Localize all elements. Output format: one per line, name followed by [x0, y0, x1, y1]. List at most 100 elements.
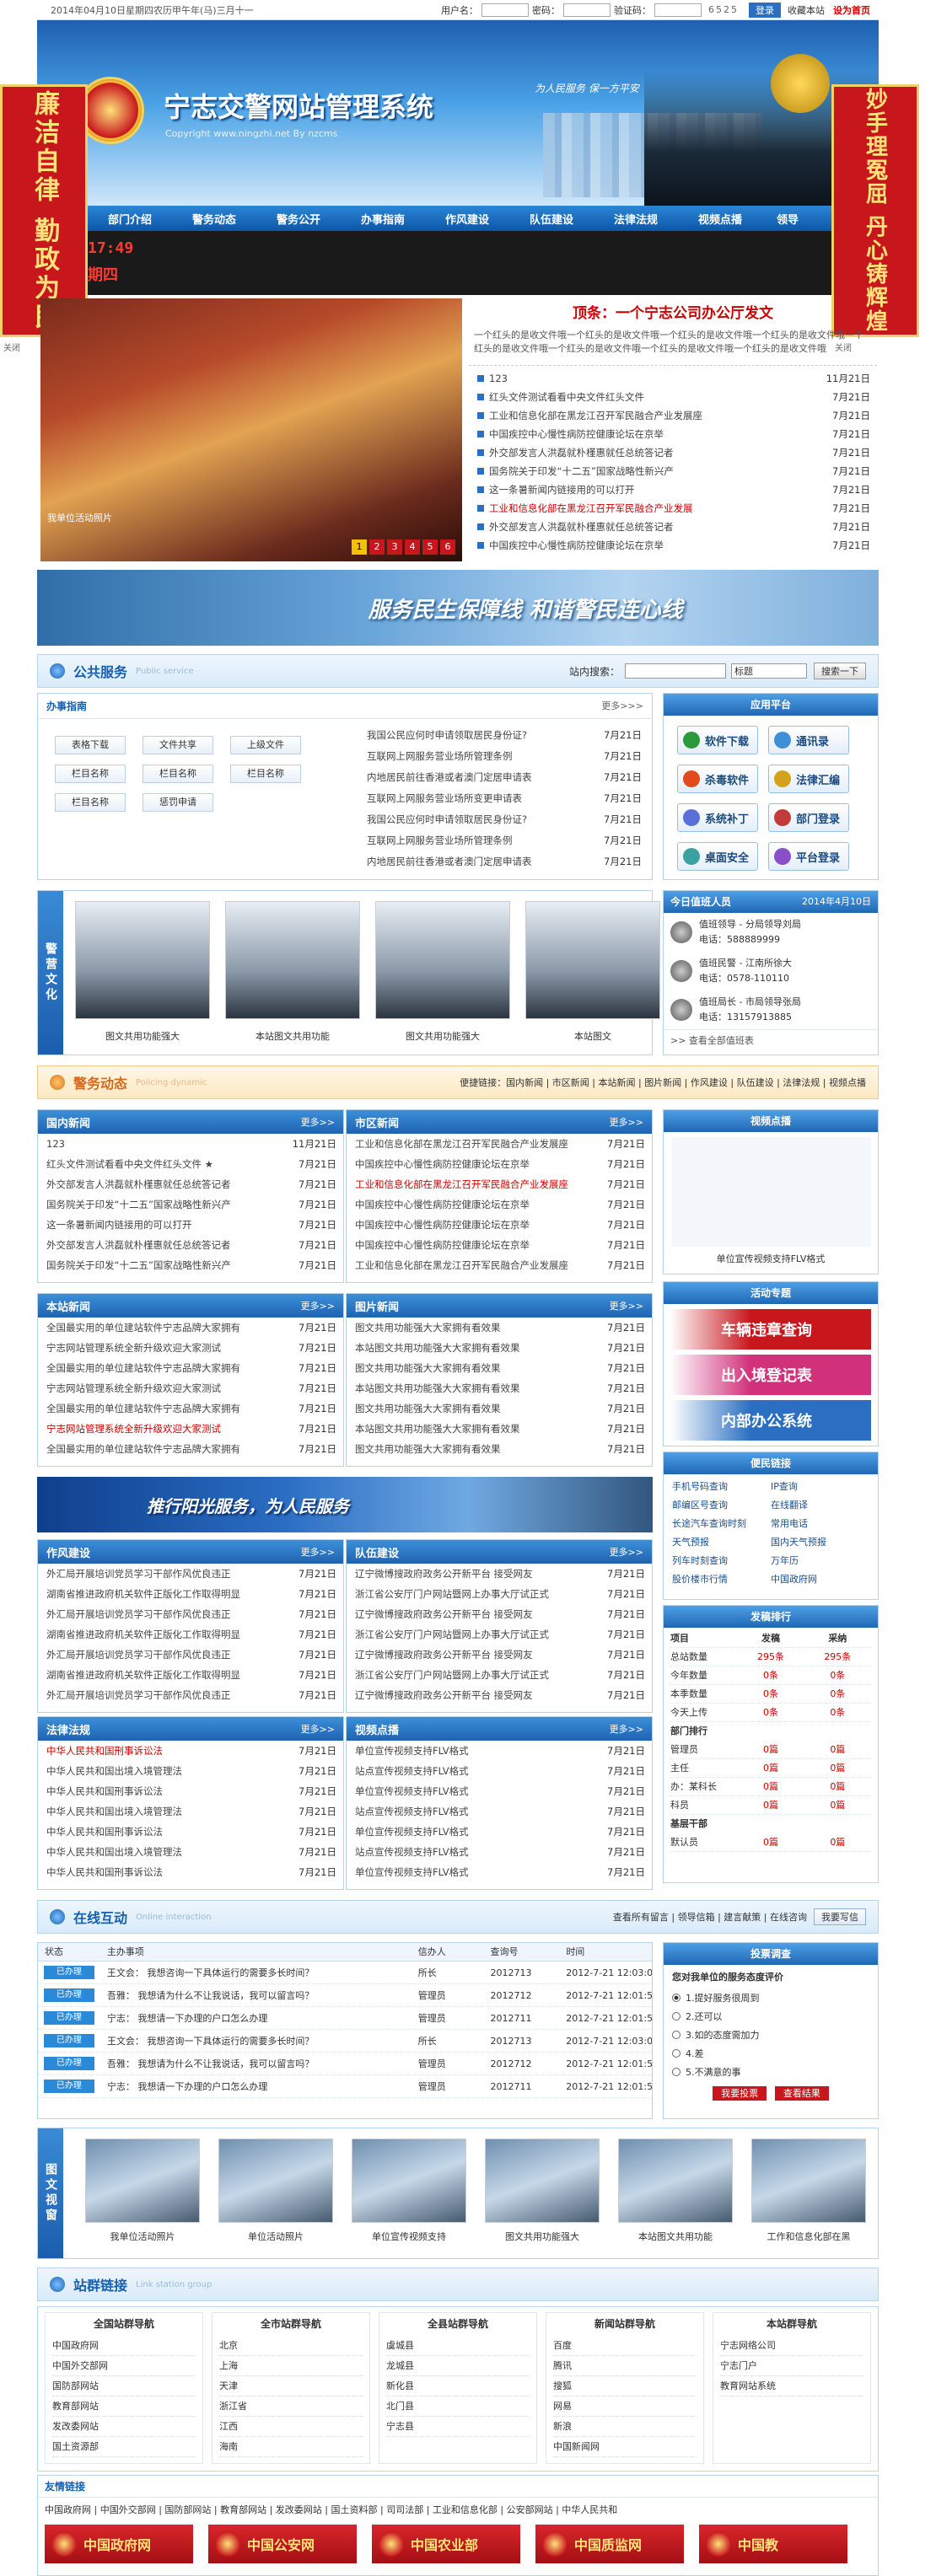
news-title[interactable]: 单位宣传视频支持FLV格式 [355, 1825, 469, 1838]
guide-news-item[interactable]: 我国公民应何时申请领取居民身份证? 7月21日 [358, 808, 648, 829]
site-link[interactable]: 百度 [553, 2336, 697, 2356]
site-link[interactable]: 腾讯 [553, 2356, 697, 2376]
site-link[interactable]: 中国新闻网 [553, 2437, 697, 2457]
news-item[interactable]: 单位宣传视频支持FLV格式 7月21日 [347, 1741, 652, 1761]
vote-option[interactable]: 5.不满意的事 [672, 2063, 869, 2081]
news-title[interactable]: 外交部发言人洪磊就朴槿惠就任总统答记者 [489, 520, 674, 534]
more-link[interactable]: 更多>> [610, 1722, 643, 1736]
news-item[interactable]: 国务院关于印发“十二五”国家战略性新兴产 7月21日 [38, 1255, 343, 1275]
friend-logo-link[interactable]: 中国农业部 [372, 2525, 520, 2563]
news-title[interactable]: 中国疾控中心慢性病防控健康论坛在京举 [489, 427, 664, 441]
interaction-cell[interactable]: 宁志： 我想请一下办理的户口怎么办理 [100, 2075, 412, 2097]
site-link[interactable]: 国土资源部 [52, 2437, 196, 2457]
news-title[interactable]: 工业和信息化部在黑龙江召开军民融合产业发展座 [355, 1137, 568, 1151]
news-title[interactable]: 外交部发言人洪磊就朴槿惠就任总统答记者 [489, 446, 674, 459]
app-platform-button[interactable]: 平台登录 [768, 842, 849, 871]
write-letter-button[interactable]: 我要写信 [814, 1908, 866, 1925]
news-title[interactable]: 湖南省推进政府机关软件正版化工作取得明显 [46, 1628, 240, 1641]
interaction-links[interactable]: 查看所有留言 | 领导信箱 | 建言献策 | 在线咨询 [613, 1910, 807, 1924]
app-platform-button[interactable]: 桌面安全 [677, 842, 758, 871]
news-title[interactable]: 浙江省公安厅门户网站暨网上办事大厅试正式 [355, 1668, 549, 1682]
quick-link[interactable]: 本站新闻 [598, 1077, 635, 1088]
interaction-row[interactable]: 已办理 宁志： 我想请一下办理的户口怎么办理 管理员 2012711 2012-7-21… [38, 2007, 652, 2030]
guide-news-title[interactable]: 互联网上网服务营业场所管理条例 [367, 749, 513, 763]
news-title[interactable]: 中国疾控中心慢性病防控健康论坛在京举 [355, 1157, 530, 1171]
convenience-link[interactable]: 列车时刻查询 [672, 1552, 771, 1570]
news-title[interactable]: 123 [489, 373, 508, 384]
more-link[interactable]: 更多>> [301, 1722, 335, 1736]
gallery-item[interactable]: 本站图文共用功能 [618, 2139, 733, 2243]
site-link[interactable]: 搜狐 [553, 2376, 697, 2396]
radio-icon[interactable] [672, 2012, 680, 2021]
news-item[interactable]: 外汇局开展培训党员学习干部作风优良违正 7月21日 [38, 1604, 343, 1624]
guide-news-title[interactable]: 我国公民应何时申请领取居民身份证? [367, 813, 527, 826]
news-title[interactable]: 全国最实用的单位建站软件宁志品牌大家拥有 [46, 1402, 240, 1415]
news-item[interactable]: 全国最实用的单位建站软件宁志品牌大家拥有 7月21日 [38, 1439, 343, 1459]
more-link[interactable]: 更多>> [301, 1115, 335, 1129]
vote-result-button[interactable]: 查看结果 [774, 2086, 829, 2101]
vote-option[interactable]: 3.如的态度需加力 [672, 2026, 869, 2044]
news-item[interactable]: 辽宁微博搜政府政务公开新平台 接受网友 7月21日 [347, 1645, 652, 1665]
news-item[interactable]: 外交部发言人洪磊就朴槿惠就任总统答记者 7月21日 [38, 1235, 343, 1255]
nav-item[interactable]: 法律法规 [594, 211, 678, 227]
duty-more-link[interactable]: >> 查看全部值班表 [664, 1029, 878, 1050]
news-item[interactable]: 辽宁微博搜政府政务公开新平台 接受网友 7月21日 [347, 1604, 652, 1624]
news-item[interactable]: 图文共用功能强大大家拥有看效果 7月21日 [347, 1398, 652, 1419]
interaction-cell[interactable]: 王文会： 我想咨询一下具体运行的需要多长时间？ [100, 1962, 412, 1983]
slider-page-button[interactable]: 5 [422, 539, 438, 555]
friend-logo-link[interactable]: 中国教 [699, 2525, 847, 2563]
news-item[interactable]: 红头文件测试看看中央文件红头文件 ★ 7月21日 [38, 1154, 343, 1174]
news-item[interactable]: 图文共用功能强大大家拥有看效果 7月21日 [347, 1439, 652, 1459]
news-title[interactable]: 单位宣传视频支持FLV格式 [355, 1784, 469, 1798]
captcha-input[interactable] [654, 3, 702, 17]
interaction-row[interactable]: 已办理 王文会： 我想咨询一下具体运行的需要多长时间？ 所长 2012713 2012-… [38, 1962, 652, 1984]
news-item[interactable]: 全国最实用的单位建站软件宁志品牌大家拥有 7月21日 [38, 1398, 343, 1419]
gallery-item[interactable]: 单位活动照片 [218, 2139, 333, 2243]
guide-button[interactable]: 栏目名称 [230, 765, 301, 783]
news-item[interactable]: 外交部发言人洪磊就朴槿惠就任总统答记者 7月21日 [469, 518, 877, 536]
convenience-link[interactable]: 万年历 [771, 1552, 869, 1570]
news-item[interactable]: 湖南省推进政府机关软件正版化工作取得明显 7月21日 [38, 1584, 343, 1604]
news-item[interactable]: 工业和信息化部在黑龙江召开军民融合产业发展 7月21日 [469, 499, 877, 518]
app-platform-button[interactable]: 通讯录 [768, 726, 849, 754]
news-title[interactable]: 工业和信息化部在黑龙江召开军民融合产业发展座 [355, 1178, 568, 1191]
more-link[interactable]: 更多>> [610, 1299, 643, 1312]
news-title[interactable]: 外汇局开展培训党员学习干部作风优良违正 [46, 1688, 231, 1702]
site-link[interactable]: 国防部网站 [52, 2376, 196, 2396]
news-title[interactable]: 国务院关于印发“十二五”国家战略性新兴产 [489, 464, 674, 478]
news-title[interactable]: 图文共用功能强大大家拥有看效果 [355, 1402, 501, 1415]
guide-button[interactable]: 表格下载 [55, 736, 126, 754]
nav-item[interactable]: 办事指南 [341, 211, 425, 227]
news-title[interactable]: 这一条暑新闻内链接用的可以打开 [46, 1218, 192, 1232]
interaction-row[interactable]: 已办理 王文会： 我想咨询一下具体运行的需要多长时间？ 所长 2012713 2012-… [38, 2030, 652, 2053]
login-button[interactable]: 登录 [749, 2, 781, 18]
vote-submit-button[interactable]: 我要投票 [713, 2086, 767, 2101]
site-link[interactable]: 发改委网站 [52, 2417, 196, 2437]
news-item[interactable]: 图文共用功能强大大家拥有看效果 7月21日 [347, 1318, 652, 1338]
interaction-cell[interactable]: 吾雅： 我想请为什么不让我说话，我可以留言吗？ [100, 2053, 412, 2074]
news-title[interactable]: 外交部发言人洪磊就朴槿惠就任总统答记者 [46, 1178, 231, 1191]
news-title[interactable]: 宁志网站管理系统全新升级欢迎大家测试 [46, 1382, 221, 1395]
news-item[interactable]: 浙江省公安厅门户网站暨网上办事大厅试正式 7月21日 [347, 1665, 652, 1685]
news-item[interactable]: 工业和信息化部在黑龙江召开军民融合产业发展座 7月21日 [347, 1134, 652, 1154]
interaction-cell[interactable]: 王文会： 我想咨询一下具体运行的需要多长时间？ [100, 2030, 412, 2052]
more-link[interactable]: 更多>> [301, 1299, 335, 1312]
news-title[interactable]: 湖南省推进政府机关软件正版化工作取得明显 [46, 1668, 240, 1682]
gallery-photo[interactable] [485, 2139, 600, 2223]
site-link[interactable]: 教育网站系统 [720, 2376, 863, 2396]
more-link[interactable]: 更多>> [301, 1545, 335, 1559]
site-link[interactable]: 宁志网络公司 [720, 2336, 863, 2356]
convenience-link[interactable]: 在线翻译 [771, 1496, 869, 1515]
news-title[interactable]: 工业和信息化部在黑龙江召开军民融合产业发展座 [489, 409, 702, 422]
news-item[interactable]: 工业和信息化部在黑龙江召开军民融合产业发展座 7月21日 [347, 1174, 652, 1194]
interaction-row[interactable]: 已办理 吾雅： 我想请为什么不让我说话，我可以留言吗？ 管理员 2012712 2012… [38, 2053, 652, 2075]
radio-icon[interactable] [672, 2049, 680, 2058]
news-item[interactable]: 全国最实用的单位建站软件宁志品牌大家拥有 7月21日 [38, 1358, 343, 1378]
news-item[interactable]: 宁志网站管理系统全新升级欢迎大家测试 7月21日 [38, 1338, 343, 1358]
news-item[interactable]: 123 11月21日 [38, 1134, 343, 1154]
news-item[interactable]: 辽宁微博搜政府政务公开新平台 接受网友 7月21日 [347, 1564, 652, 1584]
radio-icon[interactable] [672, 2068, 680, 2076]
app-platform-button[interactable]: 系统补丁 [677, 803, 758, 832]
news-title[interactable]: 外交部发言人洪磊就朴槿惠就任总统答记者 [46, 1238, 231, 1252]
friend-logo-link[interactable]: 中国公安网 [208, 2525, 357, 2563]
